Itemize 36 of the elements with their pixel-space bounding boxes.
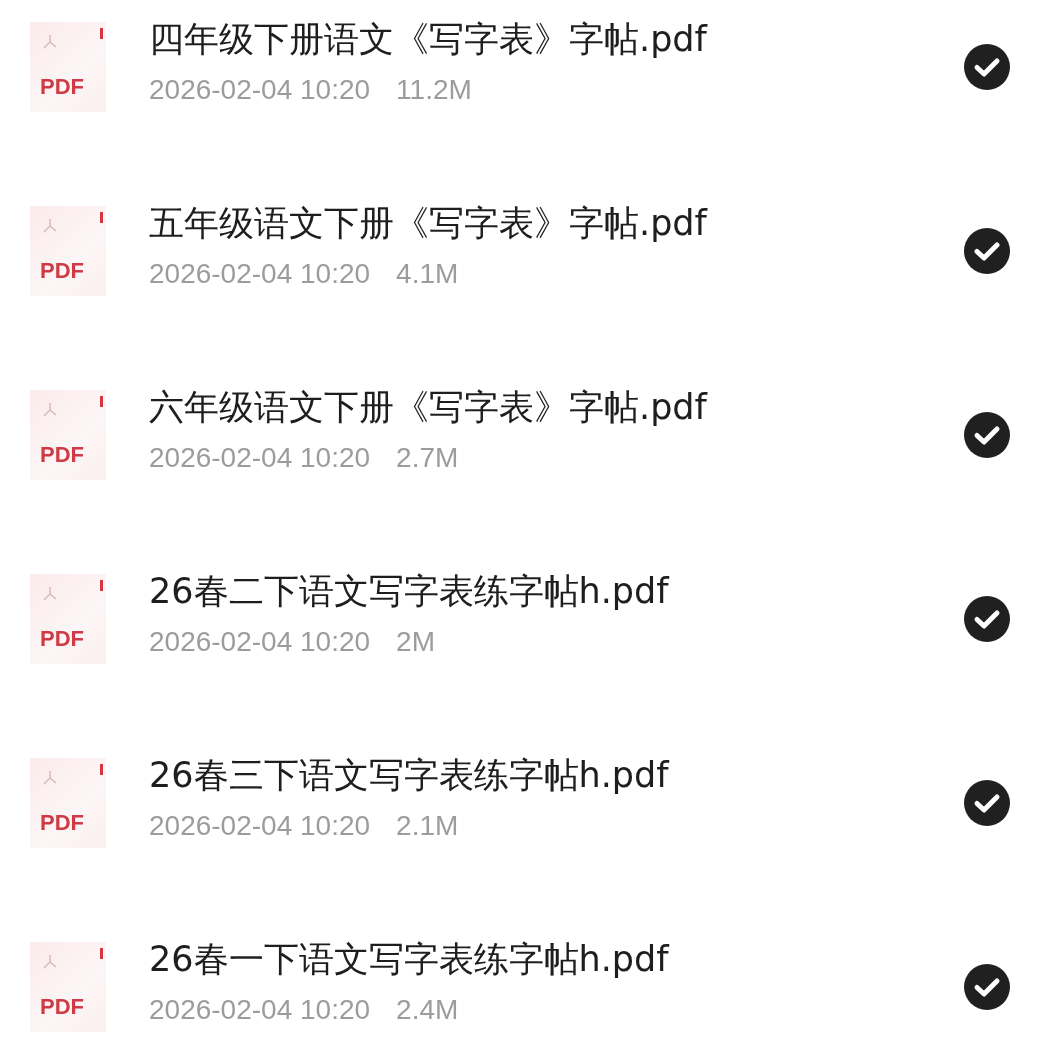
file-type-label: PDF [40, 258, 84, 284]
file-date: 2026-02-04 10:20 [149, 441, 371, 475]
file-size: 2.4M [396, 993, 459, 1027]
pdf-logo-icon [42, 586, 58, 602]
pdf-logo-icon [42, 770, 58, 786]
file-date: 2026-02-04 10:20 [149, 625, 371, 659]
checkbox-icon[interactable] [963, 43, 1011, 91]
file-type-label: PDF [40, 994, 84, 1020]
file-size: 11.2M [396, 73, 472, 107]
file-size: 2.7M [396, 441, 459, 475]
file-name[interactable]: 26春三下语文写字表练字帖h.pdf [149, 752, 963, 798]
checkbox-icon[interactable] [963, 227, 1011, 275]
file-size: 4.1M [396, 257, 459, 291]
file-name[interactable]: 26春二下语文写字表练字帖h.pdf [149, 568, 963, 614]
file-name[interactable]: 26春一下语文写字表练字帖h.pdf [149, 936, 963, 982]
pdf-logo-icon [42, 34, 58, 50]
file-type-label: PDF [40, 442, 84, 468]
checkbox-icon[interactable] [963, 411, 1011, 459]
checkbox-icon[interactable] [963, 963, 1011, 1011]
file-name[interactable]: 六年级语文下册《写字表》字帖.pdf [149, 384, 963, 430]
file-date: 2026-02-04 10:20 [149, 993, 371, 1027]
file-name[interactable]: 五年级语文下册《写字表》字帖.pdf [149, 200, 963, 246]
file-size: 2.1M [396, 809, 459, 843]
checkbox-icon[interactable] [963, 779, 1011, 827]
file-size: 2M [396, 625, 435, 659]
pdf-logo-icon [42, 954, 58, 970]
file-date: 2026-02-04 10:20 [149, 257, 371, 291]
file-date: 2026-02-04 10:20 [149, 73, 371, 107]
file-name[interactable]: 四年级下册语文《写字表》字帖.pdf [149, 16, 963, 62]
pdf-logo-icon [42, 402, 58, 418]
file-type-label: PDF [40, 626, 84, 652]
checkbox-icon[interactable] [963, 595, 1011, 643]
file-type-label: PDF [40, 810, 84, 836]
file-date: 2026-02-04 10:20 [149, 809, 371, 843]
file-type-label: PDF [40, 74, 84, 100]
pdf-logo-icon [42, 218, 58, 234]
